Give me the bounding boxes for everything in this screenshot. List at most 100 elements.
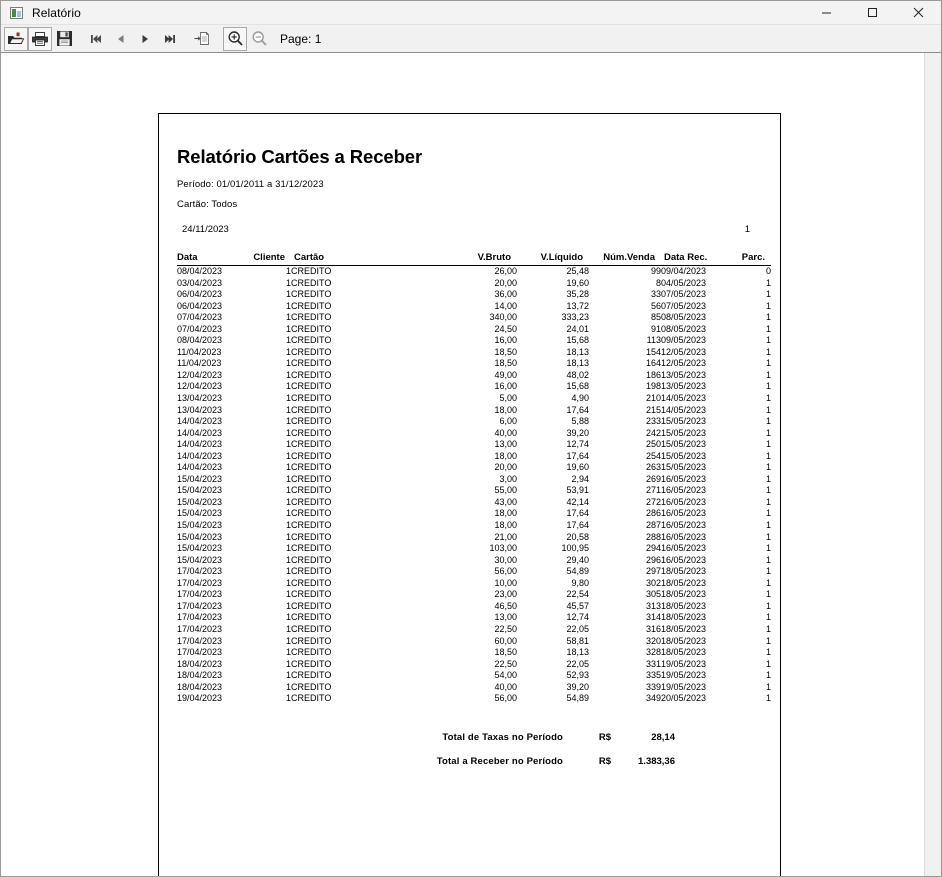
total-label: Total de Taxas no Período [442,731,563,743]
cell-vbruto: 21,00 [494,531,517,542]
cell-parc: 1 [765,381,771,392]
table-row: 14/04/2023 1 CREDITO 6,00 5,88 233 15/05/2023 1 [177,416,771,428]
cell-cartao: CREDITO [291,554,332,565]
save-button[interactable] [52,27,76,51]
goto-page-button[interactable] [190,27,214,51]
cell-parc: 1 [765,335,771,346]
cell-numvenda: 313 [645,600,661,611]
cell-numvenda: 302 [645,577,661,588]
cell-vliquido: 39,20 [566,681,589,692]
cell-vbruto: 18,00 [494,404,517,415]
column-header-numvenda: Núm.Venda [589,252,661,266]
cell-cartao: CREDITO [291,508,332,519]
cell-data: 14/04/2023 [177,439,223,450]
cell-vliquido: 2,94 [571,473,589,484]
report-totals: Total de Taxas no Período R$ 28,14 Total a … [177,732,756,767]
table-body: 08/04/2023 1 CREDITO 26,00 25,48 99 09/04/2023… [177,266,771,705]
cell-vbruto: 23,00 [494,589,517,600]
total-value: 1.383,36 [638,755,675,767]
table-row: 18/04/2023 1 CREDITO 22,50 22,05 331 19/05/202… [177,659,771,671]
cell-vbruto: 18,00 [494,508,517,519]
cell-vliquido: 18,13 [566,346,589,357]
cell-numvenda: 296 [645,554,661,565]
cell-parc: 1 [765,543,771,554]
cell-parc: 1 [765,693,771,704]
cell-cartao: CREDITO [291,335,332,346]
cell-numvenda: 269 [645,473,661,484]
cell-cliente: 1 [285,416,291,427]
table-row: 07/04/2023 1 CREDITO 340,00 333,23 85 08/05/20… [177,312,771,324]
cell-datarec: 18/05/2023 [661,623,707,634]
close-button[interactable] [895,1,941,25]
cell-datarec: 18/05/2023 [661,589,707,600]
table-row: 06/04/2023 1 CREDITO 14,00 13,72 56 07/05/2023… [177,301,771,313]
cell-cartao: CREDITO [291,473,332,484]
cell-vbruto: 54,00 [494,670,517,681]
minimize-button[interactable] [803,1,849,25]
cell-datarec: 18/05/2023 [661,577,707,588]
cell-datarec: 16/05/2023 [661,508,707,519]
cell-cliente: 1 [285,566,291,577]
cell-cliente: 1 [285,670,291,681]
cell-parc: 1 [765,496,771,507]
cell-cartao: CREDITO [291,658,332,669]
cell-vliquido: 54,89 [566,693,589,704]
cell-cartao: CREDITO [291,520,332,531]
cell-numvenda: 286 [645,508,661,519]
cell-cliente: 1 [285,658,291,669]
open-button[interactable] [4,26,28,51]
cell-cliente: 1 [285,462,291,473]
cell-cartao: CREDITO [291,566,332,577]
cell-vliquido: 5,88 [571,416,589,427]
cell-parc: 1 [765,612,771,623]
cell-data: 06/04/2023 [177,289,223,300]
cell-vliquido: 17,64 [566,404,589,415]
vertical-scrollbar[interactable] [924,53,941,876]
table-row: 03/04/2023 1 CREDITO 20,00 19,60 8 04/05/2023 1 [177,278,771,290]
cell-datarec: 12/05/2023 [661,346,707,357]
cell-parc: 1 [765,439,771,450]
table-row: 17/04/2023 1 CREDITO 18,50 18,13 328 18/05/202… [177,647,771,659]
print-button[interactable] [28,26,52,51]
cell-cartao: CREDITO [291,577,332,588]
cell-data: 17/04/2023 [177,600,223,611]
maximize-button[interactable] [849,1,895,25]
cell-cliente: 1 [285,473,291,484]
cell-data: 17/04/2023 [177,577,223,588]
cell-vliquido: 4,90 [571,393,589,404]
cell-numvenda: 91 [650,323,661,334]
last-page-button[interactable] [157,27,181,51]
table-row: 11/04/2023 1 CREDITO 18,50 18,13 154 12/05/202… [177,347,771,359]
zoom-out-button[interactable] [247,27,271,51]
zoom-in-button[interactable] [223,26,247,51]
cell-datarec: 16/05/2023 [661,554,707,565]
table-row: 17/04/2023 1 CREDITO 13,00 12,74 314 18/05/202… [177,612,771,624]
cell-data: 17/04/2023 [177,647,223,658]
cell-cartao: CREDITO [291,427,332,438]
cell-data: 17/04/2023 [177,612,223,623]
cell-cartao: CREDITO [291,289,332,300]
window-controls [803,1,941,25]
cell-data: 15/04/2023 [177,554,223,565]
cell-parc: 1 [765,485,771,496]
cell-datarec: 13/05/2023 [661,381,707,392]
cell-cliente: 1 [285,612,291,623]
page-indicator-label: Page: 1 [280,31,322,46]
cell-cartao: CREDITO [291,358,332,369]
cell-cartao: CREDITO [291,485,332,496]
report-period-line: Período: 01/01/2011 a 31/12/2023 [177,179,324,190]
cell-parc: 1 [765,277,771,288]
cell-cliente: 1 [285,346,291,357]
first-page-button[interactable] [85,27,109,51]
previous-page-button[interactable] [109,27,133,51]
table-row: 14/04/2023 1 CREDITO 20,00 19,60 263 15/05/202… [177,462,771,474]
cell-cartao: CREDITO [291,589,332,600]
cell-cliente: 1 [285,289,291,300]
cell-datarec: 12/05/2023 [661,358,707,369]
next-page-button[interactable] [133,27,157,51]
cell-cartao: CREDITO [291,416,332,427]
cell-cartao: CREDITO [291,439,332,450]
cell-cliente: 1 [285,277,291,288]
cell-vbruto: 55,00 [494,485,517,496]
cell-datarec: 16/05/2023 [661,485,707,496]
